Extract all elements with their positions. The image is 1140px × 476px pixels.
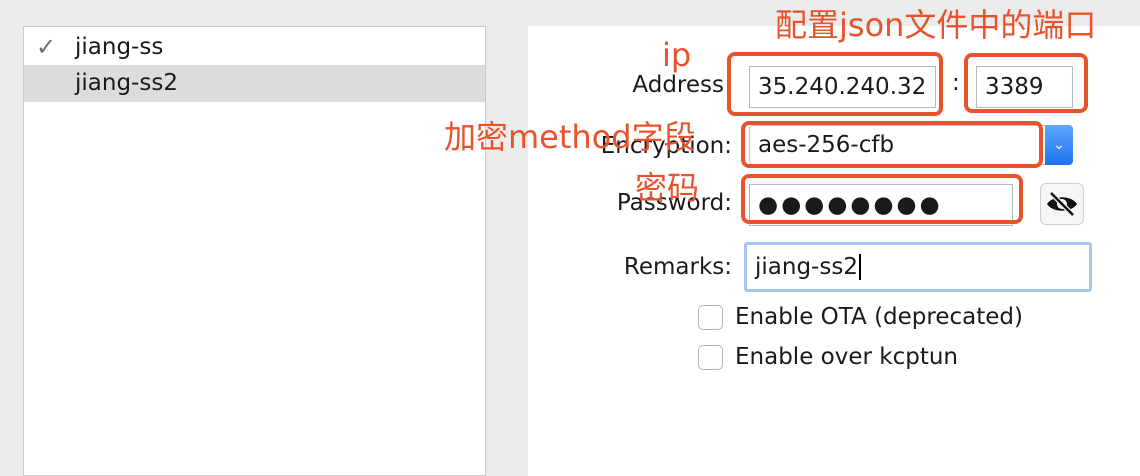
annotation-box-port bbox=[964, 53, 1088, 113]
chevron-updown-icon[interactable]: ⌄ bbox=[1045, 125, 1073, 165]
remarks-label: Remarks: bbox=[623, 254, 732, 280]
server-name: jiang-ss bbox=[75, 34, 164, 60]
annotation-box-address bbox=[727, 52, 943, 116]
server-list: ✓ jiang-ss jiang-ss2 bbox=[23, 26, 486, 476]
ota-option[interactable]: Enable OTA (deprecated) bbox=[698, 304, 1023, 330]
annotation-box-password bbox=[741, 174, 1023, 224]
annotation-ip: ip bbox=[662, 36, 692, 74]
annotation-box-encryption bbox=[741, 121, 1043, 168]
server-item-jiang-ss[interactable]: ✓ jiang-ss bbox=[24, 29, 485, 66]
port-separator: : bbox=[952, 70, 960, 96]
remarks-value: jiang-ss2 bbox=[755, 254, 858, 280]
kcptun-option[interactable]: Enable over kcptun bbox=[698, 344, 958, 370]
annotation-encryption: 加密method字段 bbox=[444, 118, 696, 156]
eye-slash-icon bbox=[1047, 191, 1077, 217]
kcptun-checkbox[interactable] bbox=[698, 344, 723, 370]
address-label: Address bbox=[632, 72, 724, 98]
checkmark-icon: ✓ bbox=[35, 33, 57, 61]
server-item-jiang-ss2[interactable]: jiang-ss2 bbox=[24, 65, 485, 102]
remarks-field[interactable]: jiang-ss2 bbox=[744, 242, 1092, 292]
text-caret bbox=[858, 254, 861, 280]
toggle-password-visibility-button[interactable] bbox=[1040, 183, 1084, 225]
annotation-password: 密码 bbox=[635, 169, 700, 207]
kcptun-label: Enable over kcptun bbox=[735, 344, 958, 370]
password-label: Password: bbox=[616, 190, 732, 216]
ota-checkbox[interactable] bbox=[698, 304, 723, 330]
ota-label: Enable OTA (deprecated) bbox=[735, 304, 1023, 330]
server-name: jiang-ss2 bbox=[75, 70, 178, 96]
annotation-port: 配置json文件中的端口 bbox=[775, 6, 1097, 44]
